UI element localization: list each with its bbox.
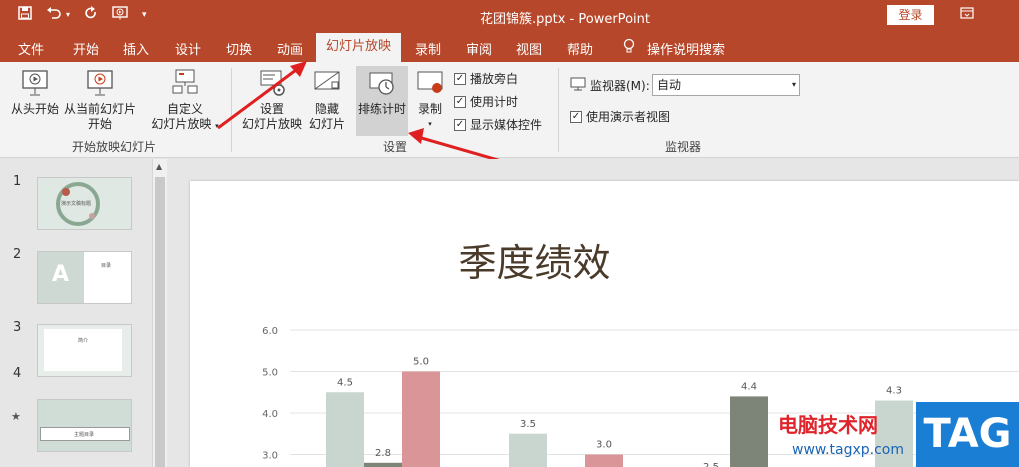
data-label: 5.0 [413,357,429,368]
data-label: 2.8 [375,448,391,459]
y-tick-label: 4.0 [262,409,278,420]
data-label: 3.0 [596,440,612,451]
chart-bar [585,454,623,467]
chart-bar [364,462,402,467]
chart-bar [730,396,768,467]
y-tick-label: 5.0 [262,368,278,379]
data-label: 2.5 [703,462,719,467]
data-label: 4.5 [337,377,353,388]
data-label: 3.5 [520,419,536,430]
watermark-url: www.tagxp.com [792,442,904,458]
data-label: 4.4 [741,381,757,392]
chart-bar [326,392,364,467]
watermark-logo: TAG [916,402,1019,467]
chart-bar [509,433,547,467]
data-label: 4.3 [886,386,902,397]
performance-chart[interactable]: 6.0 5.0 4.0 3.0 4.5 2.8 5.0 3.5 3.0 4.4 2.5 4.3 [0,0,1019,467]
y-tick-label: 6.0 [262,326,278,337]
chart-bar [402,371,440,467]
y-tick-label: 3.0 [262,451,278,462]
watermark-text: 电脑技术网 [778,413,878,437]
